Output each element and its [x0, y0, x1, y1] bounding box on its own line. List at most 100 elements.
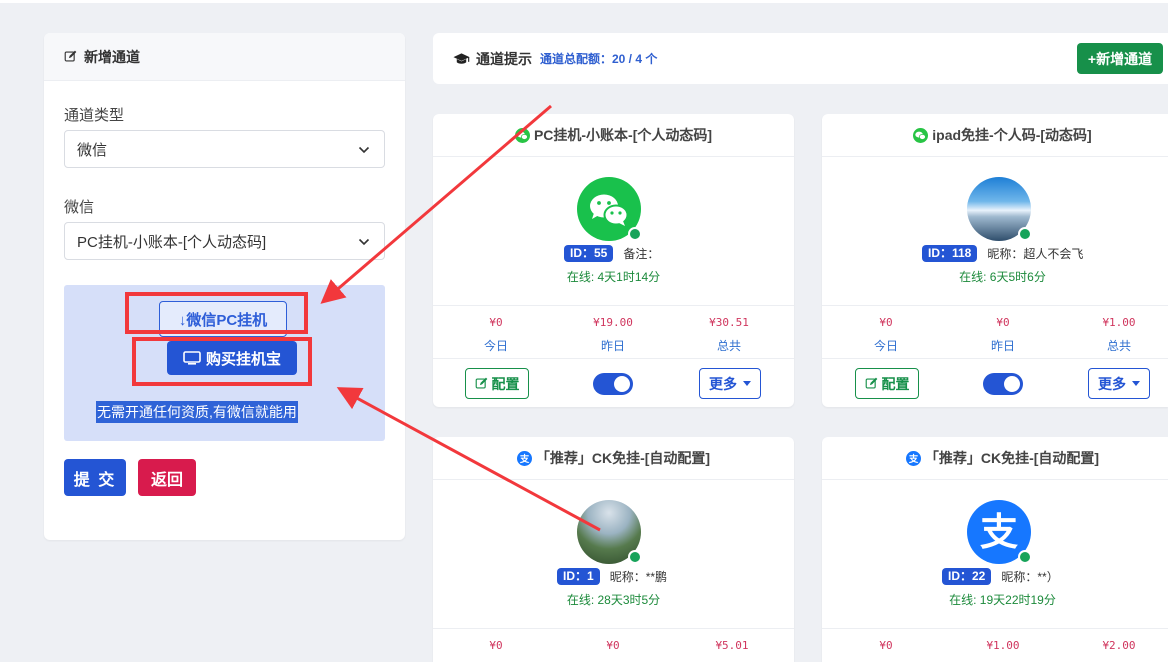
avatar — [577, 500, 642, 564]
svg-text:支: 支 — [519, 453, 530, 465]
svg-text:支: 支 — [980, 510, 1018, 554]
online-time: 在线: 28天3时5分 — [566, 593, 661, 607]
stats-row: ¥0 ¥1.00 ¥2.00 — [822, 628, 1168, 662]
channel-type-value: 微信 — [77, 141, 108, 159]
card-title: 「推荐」CK免挂-[自动配置] — [924, 450, 1100, 466]
info-box: ↓微信PC挂机 购买挂机宝 无需开通任何资质,有微信就能用 — [64, 285, 385, 441]
card-title: ipad免挂-个人码-[动态码] — [932, 127, 1092, 143]
channel-card: 支 「推荐」CK免挂-[自动配置] ID：1 昵称：**鹏 在线: 28天3时5… — [433, 437, 794, 662]
stat-total: ¥5.01 — [715, 639, 749, 652]
config-button[interactable]: 配置 — [855, 368, 919, 399]
chevron-down-icon — [358, 238, 370, 246]
edit-icon — [865, 377, 877, 389]
stat-today: ¥0 — [489, 316, 503, 329]
card-header: 支 「推荐」CK免挂-[自动配置] — [433, 437, 794, 480]
stat-yesterday: ¥0 — [606, 639, 620, 652]
header-title: 通道提示 — [476, 50, 532, 67]
caret-down-icon — [1132, 381, 1140, 386]
download-pc-button[interactable]: ↓微信PC挂机 — [159, 301, 287, 337]
panel-title: 新增通道 — [84, 48, 140, 65]
stat-label: 总共 — [1106, 339, 1131, 353]
channel-sub-select[interactable]: PC挂机-小账本-[个人动态码] — [64, 222, 385, 260]
chevron-down-icon — [358, 146, 370, 154]
stat-yesterday: ¥19.00 — [593, 316, 633, 329]
panel-header: 新增通道 — [44, 33, 405, 81]
wechat-icon — [514, 127, 530, 143]
back-button[interactable]: 返回 — [138, 459, 196, 496]
stat-today: ¥0 — [489, 639, 503, 652]
alipay-icon: 支 — [905, 450, 921, 466]
quota-text: 通道总配额：20 / 4 个 — [540, 52, 658, 66]
config-label: 配置 — [881, 375, 910, 392]
avatar: 支 — [967, 500, 1032, 564]
channel-type-select[interactable]: 微信 — [64, 130, 385, 168]
online-time: 在线: 6天5时6分 — [959, 270, 1046, 284]
config-label: 配置 — [491, 375, 520, 392]
note-text: 昵称：**） — [1001, 570, 1059, 584]
more-button[interactable]: 更多 — [1088, 368, 1150, 399]
stat-label: 今日 — [873, 339, 898, 353]
channel-hint-header: 通道提示 通道总配额：20 / 4 个 +新增通道 — [433, 33, 1168, 84]
channel-sub-label: 微信 — [64, 199, 95, 216]
card-header: ipad免挂-个人码-[动态码] — [822, 114, 1168, 157]
more-button[interactable]: 更多 — [699, 368, 761, 399]
note-text: 备注： — [623, 247, 660, 261]
card-header: 支 「推荐」CK免挂-[自动配置] — [822, 437, 1168, 480]
online-dot — [628, 550, 642, 564]
channel-card: PC挂机-小账本-[个人动态码] ID：55 备注： 在线: 4天1时14分 ¥… — [433, 114, 794, 407]
online-dot — [1018, 227, 1032, 241]
add-channel-button[interactable]: +新增通道 — [1077, 43, 1163, 74]
online-dot — [1018, 550, 1032, 564]
top-bar — [0, 0, 1168, 3]
enable-toggle[interactable] — [983, 373, 1023, 395]
card-title: PC挂机-小账本-[个人动态码] — [533, 127, 713, 143]
channel-card: ipad免挂-个人码-[动态码] ID：118 昵称：超人不会飞 在线: 6天5… — [822, 114, 1168, 407]
stat-total: ¥2.00 — [1102, 639, 1136, 652]
stats-row: ¥0 今日 ¥19.00 昨日 ¥30.51 总共 — [433, 305, 794, 358]
caret-down-icon — [743, 381, 751, 386]
hint-text: 无需开通任何资质,有微信就能用 — [96, 401, 298, 423]
online-time: 在线: 19天22时19分 — [949, 593, 1056, 607]
channel-type-label: 通道类型 — [64, 107, 125, 124]
config-button[interactable]: 配置 — [465, 368, 529, 399]
id-badge: ID：1 — [557, 568, 600, 585]
id-line: ID：22 昵称：**） — [942, 568, 1059, 585]
stat-today: ¥0 — [879, 316, 893, 329]
channel-card: 支 「推荐」CK免挂-[自动配置] 支 ID：22 昵称：**） 在线: 19天… — [822, 437, 1168, 662]
id-line: ID：55 备注： — [564, 245, 659, 262]
card-actions: 配置 更多 — [433, 358, 794, 407]
monitor-icon — [183, 351, 201, 365]
more-label: 更多 — [1098, 375, 1126, 392]
stat-total: ¥30.51 — [709, 316, 749, 329]
enable-toggle[interactable] — [593, 373, 633, 395]
more-label: 更多 — [709, 375, 737, 392]
stat-today: ¥0 — [879, 639, 893, 652]
buy-host-label: 购买挂机宝 — [205, 350, 281, 368]
submit-button[interactable]: 提 交 — [64, 459, 126, 496]
stats-row: ¥0 今日 ¥0 昨日 ¥1.00 总共 — [822, 305, 1168, 358]
edit-icon — [64, 50, 77, 62]
stat-yesterday: ¥0 — [996, 316, 1010, 329]
stat-total: ¥1.00 — [1102, 316, 1136, 329]
id-line: ID：1 昵称：**鹏 — [557, 568, 667, 585]
id-badge: ID：22 — [942, 568, 992, 585]
add-channel-panel: 新增通道 通道类型 微信 微信 PC挂机-小账本-[个人动态码] ↓微信PC挂机… — [44, 33, 405, 540]
channel-sub-value: PC挂机-小账本-[个人动态码] — [77, 233, 267, 251]
id-badge: ID：55 — [564, 245, 614, 262]
online-time: 在线: 4天1时14分 — [566, 270, 661, 284]
stats-row: ¥0 ¥0 ¥5.01 — [433, 628, 794, 662]
card-actions: 配置 更多 — [822, 358, 1168, 407]
stat-yesterday: ¥1.00 — [986, 639, 1020, 652]
id-badge: ID：118 — [922, 245, 978, 262]
card-title: 「推荐」CK免挂-[自动配置] — [535, 450, 711, 466]
stat-label: 今日 — [483, 339, 508, 353]
buy-host-button[interactable]: 购买挂机宝 — [167, 341, 297, 375]
edit-icon — [475, 377, 487, 389]
note-text: 昵称：**鹏 — [609, 570, 668, 584]
stat-label: 总共 — [716, 339, 741, 353]
note-text: 昵称：超人不会飞 — [987, 247, 1084, 261]
stat-label: 昨日 — [600, 339, 625, 353]
wechat-icon — [913, 127, 929, 143]
online-dot — [628, 227, 642, 241]
alipay-icon: 支 — [516, 450, 532, 466]
